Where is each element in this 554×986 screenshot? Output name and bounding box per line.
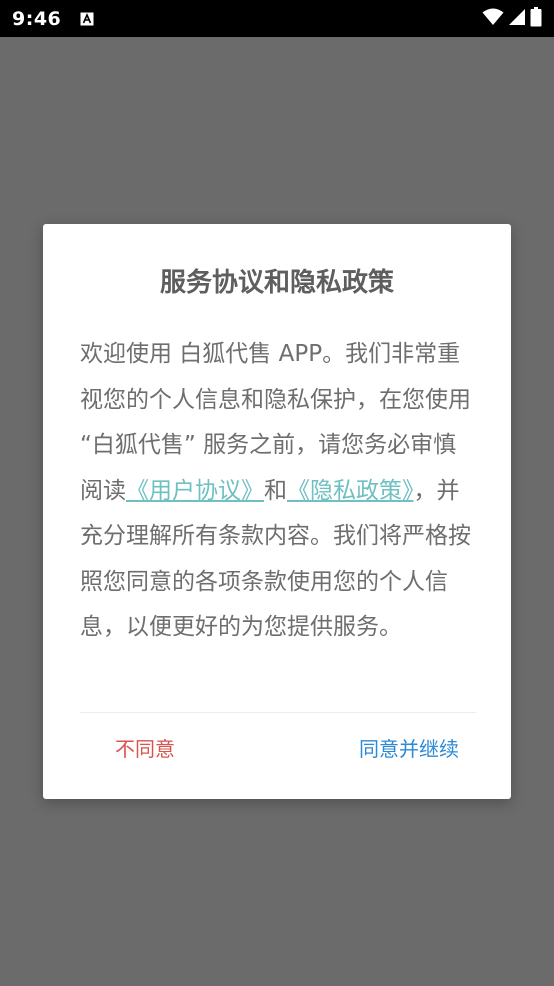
- body-text-conjunction: 和: [264, 477, 287, 504]
- status-bar: 9:46: [0, 0, 554, 37]
- battery-icon: [530, 6, 542, 31]
- agree-continue-button[interactable]: 同意并继续: [359, 730, 459, 770]
- dialog-body: 欢迎使用 白狐代售 APP。我们非常重视您的个人信息和隐私保护，在您使用 “白狐…: [80, 332, 476, 651]
- screen: 9:46 服务协议和隐私政策 欢迎使用 白狐代售 APP。我们非常重视您的个人信…: [0, 0, 554, 986]
- privacy-dialog: 服务协议和隐私政策 欢迎使用 白狐代售 APP。我们非常重视您的个人信息和隐私保…: [43, 224, 511, 799]
- signal-icon: [508, 8, 526, 30]
- dialog-title: 服务协议和隐私政策: [159, 268, 394, 298]
- font-a-icon: [79, 11, 95, 27]
- wifi-icon: [482, 8, 504, 30]
- dialog-divider: [80, 712, 476, 713]
- status-time: 9:46: [12, 7, 62, 30]
- user-agreement-link[interactable]: 《用户协议》: [126, 478, 264, 504]
- status-icons: [482, 6, 542, 31]
- privacy-policy-link[interactable]: 《隐私政策》: [287, 478, 414, 504]
- disagree-button[interactable]: 不同意: [115, 730, 175, 770]
